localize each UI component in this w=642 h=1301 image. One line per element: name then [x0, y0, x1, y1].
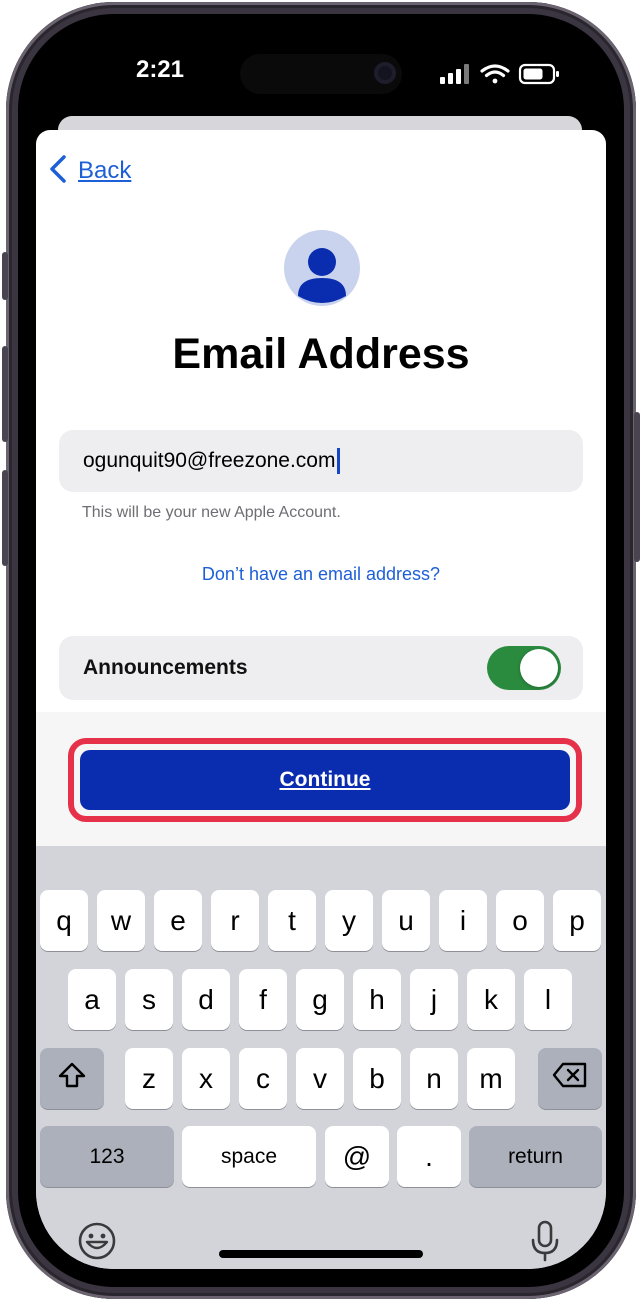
email-hint: This will be your new Apple Account.	[82, 504, 341, 521]
key-a[interactable]: a	[68, 969, 116, 1030]
key-f[interactable]: f	[239, 969, 287, 1030]
chevron-left-icon	[48, 154, 68, 189]
key-p[interactable]: p	[553, 890, 601, 951]
emoji-button[interactable]	[74, 1220, 120, 1266]
return-key[interactable]: return	[469, 1126, 602, 1187]
key-s[interactable]: s	[125, 969, 173, 1030]
volume-up-button	[2, 346, 8, 442]
text-caret	[337, 448, 341, 474]
key-z[interactable]: z	[125, 1048, 173, 1109]
action-button	[2, 252, 8, 300]
person-avatar-icon	[284, 230, 360, 306]
key-x[interactable]: x	[182, 1048, 230, 1109]
key-b[interactable]: b	[353, 1048, 401, 1109]
at-key[interactable]: @	[325, 1126, 389, 1187]
power-button	[634, 412, 640, 562]
cellular-signal-icon	[440, 64, 469, 84]
shift-icon	[57, 1061, 87, 1096]
key-w[interactable]: w	[97, 890, 145, 951]
wifi-icon	[480, 64, 510, 84]
no-email-address-link[interactable]: Don’t have an email address?	[36, 564, 606, 585]
key-o[interactable]: o	[496, 890, 544, 951]
email-input-value: ogunquit90@freezone.com	[83, 449, 336, 472]
key-e[interactable]: e	[154, 890, 202, 951]
front-camera	[374, 62, 396, 84]
announcements-row: Announcements	[59, 636, 583, 700]
numbers-key[interactable]: 123	[40, 1126, 174, 1187]
dictation-button[interactable]	[522, 1220, 568, 1266]
space-key[interactable]: space	[182, 1126, 316, 1187]
continue-button[interactable]: Continue	[80, 750, 570, 810]
key-l[interactable]: l	[524, 969, 572, 1030]
key-t[interactable]: t	[268, 890, 316, 951]
page-title: Email Address	[172, 330, 470, 378]
dot-key[interactable]: .	[397, 1126, 461, 1187]
key-h[interactable]: h	[353, 969, 401, 1030]
status-icons	[440, 62, 570, 85]
battery-icon	[518, 63, 559, 85]
key-y[interactable]: y	[325, 890, 373, 951]
key-j[interactable]: j	[410, 969, 458, 1030]
announcements-toggle[interactable]	[487, 646, 561, 690]
toggle-knob	[520, 649, 558, 687]
phone-screen: 2:21 Back Email Address ogunquit90@freez…	[36, 32, 606, 1269]
key-u[interactable]: u	[382, 890, 430, 951]
email-input[interactable]: ogunquit90@freezone.com	[59, 430, 583, 492]
microphone-icon	[529, 1220, 561, 1267]
keyboard: qwertyuiop asdfghjkl zxcvbnm 123 space @…	[36, 846, 606, 1269]
status-time: 2:21	[135, 56, 185, 83]
key-k[interactable]: k	[467, 969, 515, 1030]
key-n[interactable]: n	[410, 1048, 458, 1109]
continue-area: Continue	[36, 712, 606, 852]
key-c[interactable]: c	[239, 1048, 287, 1109]
delete-backspace-icon	[552, 1062, 588, 1095]
home-indicator	[219, 1250, 423, 1258]
key-v[interactable]: v	[296, 1048, 344, 1109]
emoji-icon	[77, 1221, 117, 1266]
key-r[interactable]: r	[211, 890, 259, 951]
shift-key[interactable]	[40, 1048, 104, 1109]
key-g[interactable]: g	[296, 969, 344, 1030]
key-m[interactable]: m	[467, 1048, 515, 1109]
delete-key[interactable]	[538, 1048, 602, 1109]
volume-down-button	[2, 470, 8, 566]
key-i[interactable]: i	[439, 890, 487, 951]
back-button[interactable]: Back	[48, 154, 131, 188]
back-label: Back	[78, 157, 132, 184]
key-q[interactable]: q	[40, 890, 88, 951]
key-d[interactable]: d	[182, 969, 230, 1030]
announcements-label: Announcements	[83, 656, 248, 679]
